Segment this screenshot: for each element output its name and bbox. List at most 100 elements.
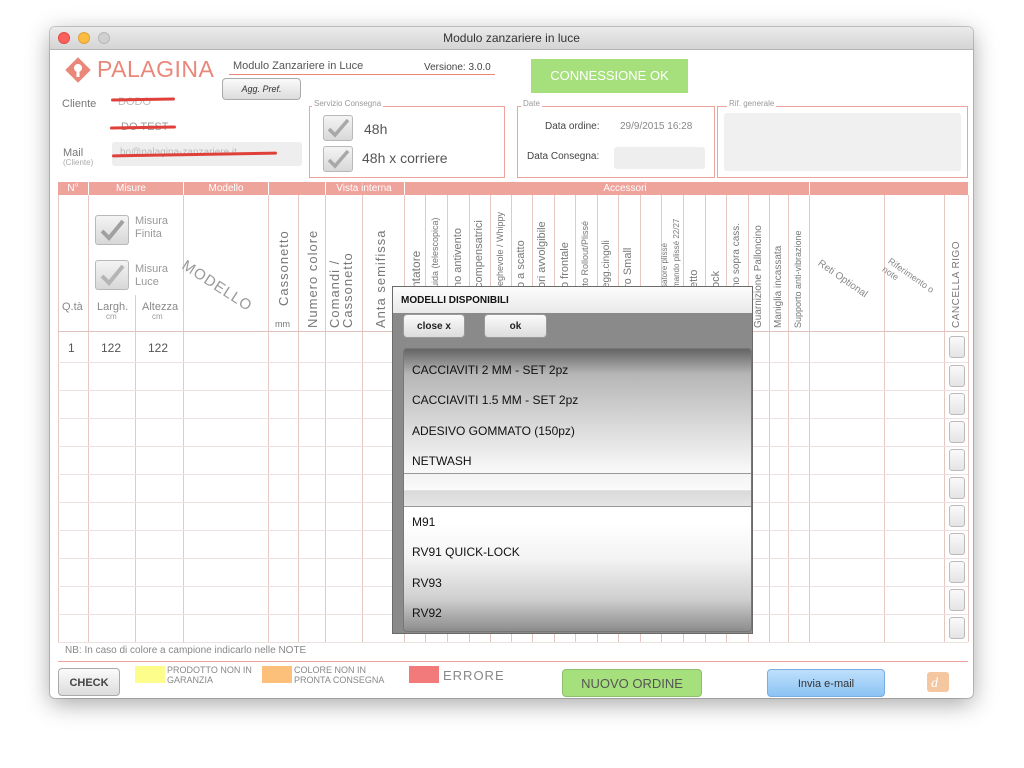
col-n-header: N° [58, 183, 88, 194]
misura-luce-checkbox[interactable] [95, 260, 129, 290]
list-item[interactable]: CACCIAVITI 2 MM - SET 2pz [412, 363, 568, 377]
vheader-acc-3: no antivento [452, 228, 464, 288]
vheader-acc-11: ro Small [622, 247, 634, 288]
version-text: Versione: 3.0.0 [424, 62, 491, 73]
rif-generale-box [717, 106, 968, 178]
vheader-maniglia: Maniglia incassata [773, 245, 784, 328]
data-consegna-input[interactable] [614, 147, 705, 169]
legend-prodotto-label: PRODOTTO NON IN GARANZIA [167, 665, 252, 685]
vheader-comandi: Comandi / Cassonetto [327, 252, 355, 328]
connection-status-badge: CONNESSIONE OK [531, 59, 688, 93]
agg-pref-button[interactable]: Agg. Pref. [222, 78, 301, 100]
list-item[interactable]: RV93 [412, 576, 442, 590]
checkmark-icon [327, 149, 350, 169]
logo-text: PALAGINA [97, 56, 215, 82]
misura-finita-label: Misura Finita [135, 215, 169, 240]
close-button[interactable]: close x [403, 314, 465, 338]
vheader-acc-16: no sopra cass. [731, 222, 742, 288]
date-title: Date [521, 99, 542, 108]
opt-48h-label: 48h [364, 121, 388, 137]
palagina-logo-icon [64, 56, 92, 84]
cancella-rigo-button[interactable] [949, 421, 965, 443]
svg-text:d: d [931, 676, 939, 691]
data-ordine-label: Data ordine: [545, 121, 600, 132]
vheader-acc-7: ori avvolgibile [536, 221, 548, 288]
checkmark-icon [100, 264, 125, 286]
legend-errore-label: ERRORE [443, 668, 505, 683]
footer-note: NB: In caso di colore a campione indicar… [65, 645, 307, 656]
check-48h-checkbox[interactable] [323, 115, 353, 141]
cancella-rigo-button[interactable] [949, 533, 965, 555]
window-title: Modulo zanzariere in luce [443, 31, 580, 45]
cancella-rigo-button[interactable] [949, 336, 965, 358]
misura-luce-label: Misura Luce [135, 263, 169, 288]
vheader-acc-13: mando plissé 22/27 [672, 218, 681, 288]
data-consegna-label: Data Consegna: [527, 151, 600, 162]
row-1-largh[interactable]: 122 [101, 341, 121, 355]
check-48h-corriere-checkbox[interactable] [323, 146, 353, 172]
altezza-unit: cm [152, 312, 163, 321]
list-item[interactable]: RV92 [412, 606, 442, 620]
row-1-qta[interactable]: 1 [68, 341, 75, 355]
cancella-rigo-button[interactable] [949, 589, 965, 611]
app-logo-icon: d [927, 672, 949, 692]
vheader-acc-10: egg.cingoli [601, 240, 612, 288]
list-item[interactable]: M91 [412, 515, 435, 529]
checkmark-icon [327, 118, 350, 138]
cancella-rigo-button[interactable] [949, 505, 965, 527]
cancella-rigo-button[interactable] [949, 449, 965, 471]
col-misure-header: Misure [88, 183, 174, 194]
legend-colore-swatch [262, 666, 292, 683]
invia-email-button[interactable]: Invia e-mail [767, 669, 885, 697]
vheader-acc-6: o a scatto [515, 240, 527, 288]
mm-unit: mm [275, 319, 290, 329]
mail-sublabel: (Cliente) [63, 158, 94, 167]
list-item[interactable]: NETWASH [412, 454, 472, 468]
vheader-acc-12: satore plissé [660, 243, 669, 288]
cancella-rigo-button[interactable] [949, 393, 965, 415]
check-button[interactable]: CHECK [58, 668, 120, 696]
legend-errore-swatch [409, 666, 439, 683]
opt-48h-corriere-label: 48h x corriere [362, 150, 448, 166]
row-1-altezza[interactable]: 122 [148, 341, 168, 355]
vheader-acc-5: ieghevole / Whippy [495, 211, 505, 288]
qta-header: Q.tà [62, 301, 83, 313]
list-item[interactable]: ADESIVO GOMMATO (150pz) [412, 424, 575, 438]
col-vista-header: Vista interna [325, 183, 403, 194]
vheader-acc-4: compensatrici [473, 220, 485, 288]
dialog-title: MODELLI DISPONIBILI [401, 295, 509, 306]
legend-colore-label: COLORE NON IN PRONTA CONSEGNA [294, 665, 385, 685]
servizio-title: Servizio Consegna [312, 99, 384, 108]
modelli-picker-list[interactable]: CACCIAVITI 2 MM - SET 2pz CACCIAVITI 1.5… [403, 348, 752, 632]
module-name: Modulo Zanzariere in Luce [233, 60, 364, 72]
vheader-numero-colore: Numero colore [305, 229, 320, 328]
vheader-acc-8: o frontale [559, 242, 571, 288]
list-item[interactable]: RV91 QUICK-LOCK [412, 545, 520, 559]
checkmark-icon [100, 219, 125, 241]
dialog-header: MODELLI DISPONIBILI [393, 287, 752, 313]
cancella-rigo-button[interactable] [949, 477, 965, 499]
vheader-guarnizione: Guarnizione Palloncino [753, 225, 764, 328]
col-modello-header: Modello [184, 183, 268, 194]
vheader-cassonetto: Cassonetto [276, 230, 291, 306]
rif-generale-input[interactable] [724, 113, 961, 171]
vheader-acc-1: ntatore [409, 250, 423, 288]
largh-unit: cm [106, 312, 117, 321]
picker-selection-band[interactable] [404, 473, 751, 507]
cancella-rigo-button[interactable] [949, 365, 965, 387]
vheader-acc-9: tto Rollout/Plissé [580, 220, 590, 288]
header-underline [229, 74, 495, 75]
vheader-supporto: Supporto anti-vibrazione [793, 230, 803, 328]
vheader-anta-semifissa: Anta semifissa [373, 229, 388, 328]
legend-prodotto-swatch [135, 666, 165, 683]
list-item[interactable]: CACCIAVITI 1.5 MM - SET 2pz [412, 393, 578, 407]
vheader-acc-2: uida (telescopica) [430, 217, 440, 288]
misura-finita-checkbox[interactable] [95, 215, 129, 245]
cancella-rigo-button[interactable] [949, 561, 965, 583]
ok-button[interactable]: ok [484, 314, 547, 338]
data-ordine-value: 29/9/2015 16:28 [620, 121, 693, 132]
cancella-rigo-button[interactable] [949, 617, 965, 639]
rif-title: Rif. generale [727, 99, 777, 108]
nuovo-ordine-button[interactable]: NUOVO ORDINE [562, 669, 702, 697]
title-bar: Modulo zanzariere in luce [50, 27, 973, 50]
